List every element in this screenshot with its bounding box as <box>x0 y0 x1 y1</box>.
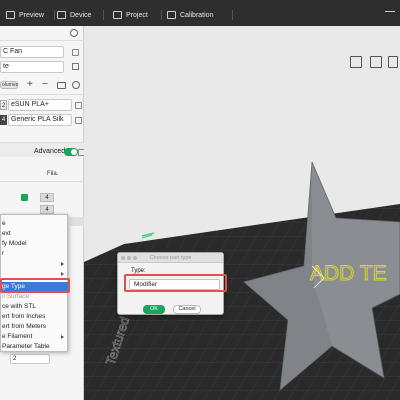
divider <box>0 181 84 182</box>
auto-fill-icon[interactable] <box>57 82 66 89</box>
close-icon[interactable] <box>121 256 125 260</box>
maximize-icon[interactable] <box>133 256 137 260</box>
volumes-tag[interactable]: olumes <box>0 81 18 89</box>
menu-divider <box>232 10 233 20</box>
top-toolbar: Preview Device Project Calibration <box>0 0 400 26</box>
menu-divider <box>54 10 55 20</box>
tab-project[interactable]: Project <box>113 9 148 21</box>
fila-cell[interactable]: 4 <box>40 193 54 202</box>
dialog-title-text: Choose part type <box>149 255 192 261</box>
view-cube-icon[interactable] <box>350 56 362 68</box>
menu-item-label: e Filament <box>2 333 33 340</box>
advanced-label: Advanced <box>34 148 66 155</box>
tab-device[interactable]: Device <box>57 9 91 21</box>
model-text[interactable]: ADD TE <box>310 262 388 286</box>
gizmo-marker <box>141 232 155 237</box>
filament-index-badge: 4 <box>0 115 7 125</box>
submenu-arrow-icon <box>61 335 64 339</box>
submenu-arrow-icon <box>61 262 64 266</box>
calibration-icon <box>167 11 176 19</box>
menu-item[interactable]: Parameter Table <box>1 342 69 352</box>
edit-icon[interactable] <box>72 49 79 56</box>
filament-select[interactable]: eSUN PLA+ <box>8 99 72 111</box>
settings-gear-icon[interactable] <box>70 29 78 37</box>
menu-item[interactable] <box>1 259 69 269</box>
highlight-annotation <box>124 274 227 292</box>
highlight-annotation <box>0 278 70 293</box>
tab-preview-label: Preview <box>19 11 44 19</box>
device-icon <box>57 11 66 19</box>
cancel-button[interactable]: Cancel <box>173 305 201 314</box>
filament-index-badge: 2 <box>0 100 7 110</box>
menu-item[interactable]: e Filament <box>1 332 69 342</box>
menu-item[interactable]: ert from Inches <box>1 312 69 322</box>
submenu-arrow-icon <box>61 272 64 276</box>
add-icon[interactable]: + <box>27 79 33 90</box>
dialog-title: Choose part type <box>118 253 223 263</box>
tab-calibration[interactable]: Calibration <box>167 9 213 21</box>
menu-divider <box>103 10 104 20</box>
build-plate-scene: Textured PEI Pl ADD TE <box>84 161 400 400</box>
advanced-toggle[interactable] <box>64 148 78 156</box>
edit-icon[interactable] <box>75 117 82 124</box>
tab-project-label: Project <box>126 11 148 19</box>
tab-preview[interactable]: Preview <box>6 9 44 21</box>
menu-item[interactable]: fy Model <box>1 239 69 249</box>
menu-item[interactable]: ce with STL <box>1 302 69 312</box>
te-field[interactable]: te <box>0 61 64 73</box>
menu-item[interactable]: ext <box>1 229 69 239</box>
edit-icon[interactable] <box>75 102 82 109</box>
tab-device-label: Device <box>70 11 92 19</box>
menu-item[interactable]: ert from Meters <box>1 322 69 332</box>
menu-item[interactable]: e <box>1 219 69 229</box>
layout-icon[interactable] <box>388 56 398 68</box>
menu-item[interactable]: ll Surface <box>1 292 69 302</box>
ok-button[interactable]: OK <box>143 305 165 314</box>
fila-cell[interactable]: 4 <box>40 205 54 214</box>
minimize-icon <box>385 11 395 12</box>
save-icon[interactable] <box>72 63 79 70</box>
grid-view-icon[interactable] <box>370 56 382 68</box>
remove-icon[interactable]: − <box>42 79 48 90</box>
filament-select[interactable]: Generic PLA Silk <box>8 114 72 126</box>
list-item <box>70 217 84 226</box>
menu-divider <box>161 10 162 20</box>
3d-viewport[interactable]: Textured PEI Pl ADD TE <box>84 26 400 400</box>
project-icon <box>113 11 122 19</box>
tab-calibration-label: Calibration <box>180 11 214 19</box>
object-checkbox[interactable] <box>21 194 28 201</box>
window-controls[interactable] <box>384 9 396 19</box>
fan-field[interactable]: C Fan <box>0 46 64 58</box>
minimize-icon[interactable] <box>127 256 131 260</box>
fila-column-header: Fila. <box>47 171 59 177</box>
value-field[interactable]: 2 <box>10 354 50 364</box>
menu-item[interactable]: r <box>1 249 69 259</box>
filament-gear-icon[interactable] <box>72 81 80 89</box>
divider <box>0 94 84 95</box>
divider <box>0 40 84 41</box>
preview-icon <box>6 11 15 19</box>
